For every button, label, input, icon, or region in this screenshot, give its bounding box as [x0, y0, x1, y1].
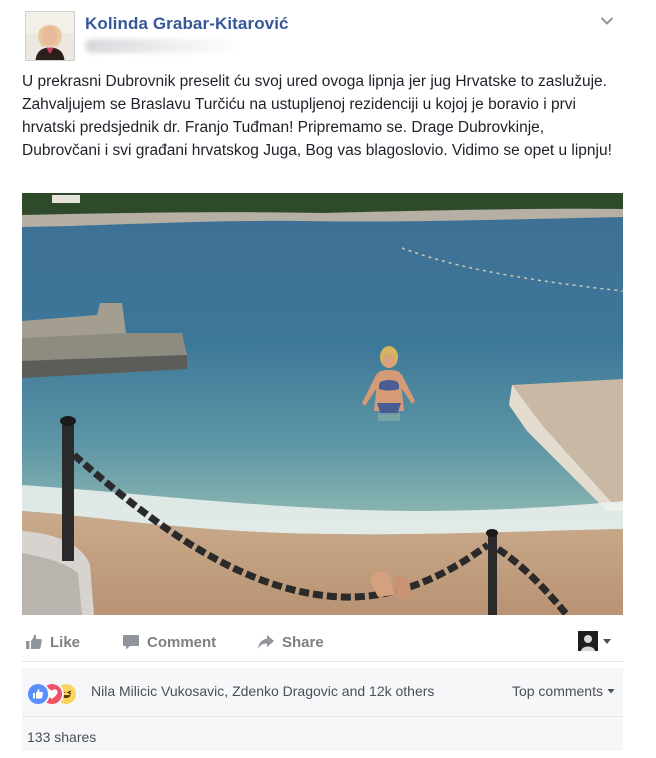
reactions-summary[interactable]: Nila Milicic Vukosavic, Zdenko Dragovic … — [91, 683, 434, 699]
share-button[interactable]: Share — [257, 631, 324, 653]
beach-photo — [22, 193, 623, 615]
avatar-select-icon — [578, 631, 598, 651]
top-comments-label: Top comments — [511, 683, 603, 699]
post-text: U prekrasni Dubrovnik preselit ću svoj u… — [22, 73, 612, 159]
comment-bubble-icon — [122, 633, 140, 651]
comment-button[interactable]: Comment — [122, 631, 216, 653]
top-comments-select[interactable]: Top comments — [512, 683, 615, 699]
facebook-post: Kolinda Grabar-Kitarović U prekrasni Dub… — [0, 0, 656, 758]
shares-count[interactable]: 133 shares — [27, 729, 96, 745]
share-label: Share — [282, 633, 324, 651]
post-photo[interactable] — [22, 193, 623, 615]
like-button[interactable]: Like — [25, 631, 80, 653]
chevron-down-icon[interactable] — [599, 13, 615, 29]
author-name[interactable]: Kolinda Grabar-Kitarović — [85, 14, 289, 34]
caret-down-icon — [607, 687, 615, 695]
shares-row: 133 shares — [22, 717, 623, 751]
avatar-photo — [26, 12, 74, 60]
reaction-icons[interactable] — [26, 682, 88, 706]
viewer-identity-select[interactable] — [578, 629, 612, 653]
comment-label: Comment — [147, 633, 217, 651]
post-header: Kolinda Grabar-Kitarović — [25, 11, 625, 61]
like-reaction-icon — [26, 682, 50, 706]
timestamp-blurred — [85, 39, 235, 53]
reactions-bar: Nila Milicic Vukosavic, Zdenko Dragovic … — [22, 668, 623, 717]
caret-down-icon — [602, 636, 612, 646]
post-action-bar: Like Comment Share — [22, 623, 623, 662]
author-avatar[interactable] — [25, 11, 75, 61]
like-label: Like — [50, 633, 81, 651]
thumbs-up-icon — [25, 633, 43, 651]
share-arrow-icon — [257, 633, 275, 651]
